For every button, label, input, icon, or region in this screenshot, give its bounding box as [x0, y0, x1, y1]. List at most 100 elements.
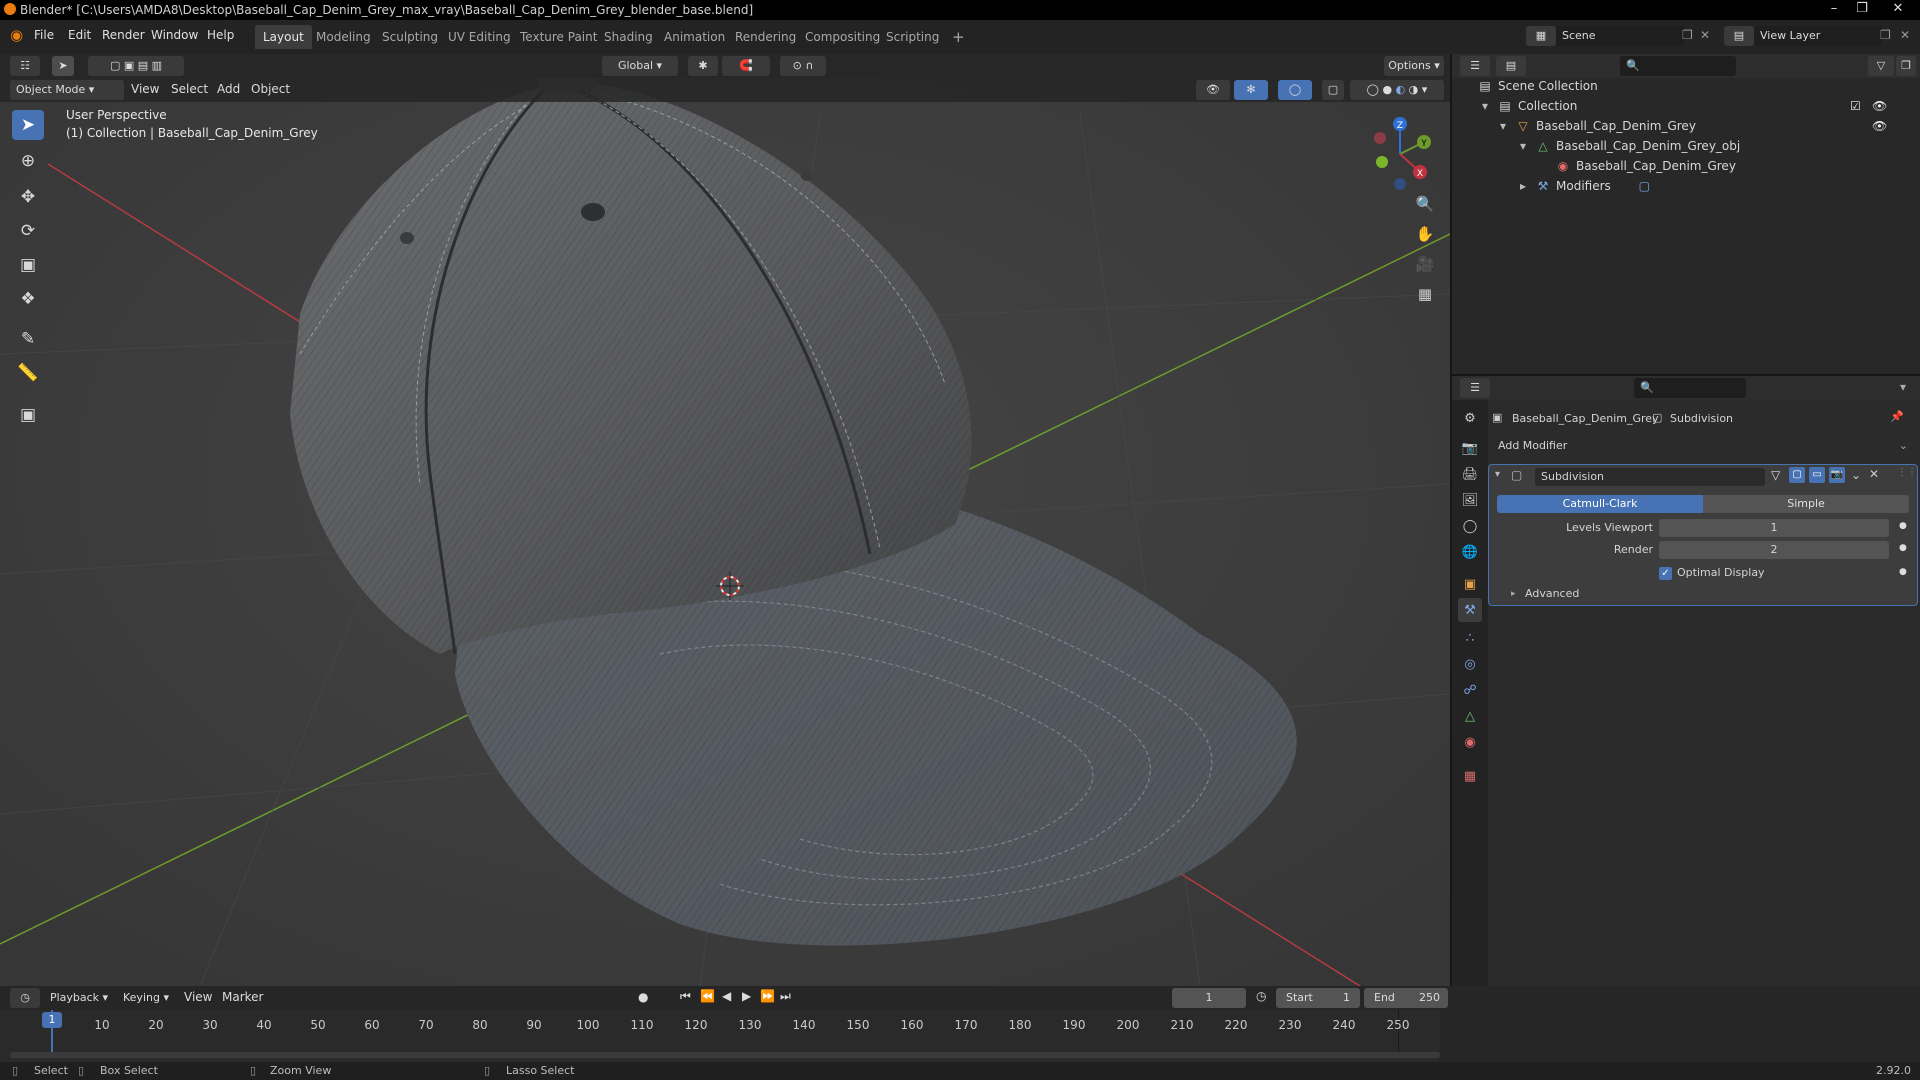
- minimize-icon[interactable]: –: [1820, 0, 1848, 18]
- outliner-editor-type-icon[interactable]: ☰: [1460, 56, 1490, 76]
- filter-icon[interactable]: ▽: [1868, 56, 1894, 76]
- delete-scene-icon[interactable]: ✕: [1700, 28, 1710, 42]
- snap-icon[interactable]: 🧲: [722, 56, 770, 76]
- jump-end-icon[interactable]: ⏭: [780, 989, 791, 1004]
- tab-uv-editing[interactable]: UV Editing: [440, 25, 519, 49]
- timeline-menu-marker[interactable]: Marker: [222, 990, 263, 1004]
- properties-editor-type-icon[interactable]: ☰: [1460, 378, 1490, 398]
- close-icon[interactable]: ✕: [1878, 0, 1918, 18]
- add-modifier-dropdown[interactable]: Add Modifier ⌄: [1492, 436, 1914, 456]
- render-display-icon[interactable]: 📷: [1829, 467, 1845, 483]
- material-tab-icon[interactable]: ◉: [1458, 730, 1482, 754]
- auto-keying-icon[interactable]: ●: [638, 990, 648, 1004]
- timeline-menu-view[interactable]: View: [184, 990, 212, 1004]
- data-tab-icon[interactable]: △: [1458, 704, 1482, 728]
- outliner-row-material[interactable]: ◉ Baseball_Cap_Denim_Grey: [1556, 156, 1736, 176]
- menu-help[interactable]: Help: [207, 28, 234, 42]
- jump-keyframe-back-icon[interactable]: ⏪: [700, 989, 715, 1003]
- viewport-menu-add[interactable]: Add: [217, 82, 240, 96]
- jump-start-icon[interactable]: ⏮: [680, 989, 691, 1004]
- xray-icon[interactable]: ▢: [1322, 80, 1344, 100]
- expand-arrow-icon[interactable]: ▾: [1496, 116, 1510, 136]
- outliner-search-input[interactable]: 🔍: [1620, 56, 1736, 76]
- tab-texture-paint[interactable]: Texture Paint: [512, 25, 605, 49]
- outliner-row-modifiers[interactable]: ▸ ⚒ Modifiers ▢: [1516, 176, 1650, 196]
- current-frame-field[interactable]: 1: [1172, 988, 1246, 1008]
- zoom-icon[interactable]: 🔍: [1411, 190, 1439, 218]
- rotate-tool-icon[interactable]: ⟳: [12, 216, 44, 246]
- area-divider[interactable]: [1450, 54, 1452, 986]
- proportional-edit-icon[interactable]: ⊙ ∩: [780, 56, 826, 76]
- blender-menu-icon[interactable]: ◉: [10, 26, 23, 44]
- levels-viewport-field[interactable]: 1: [1659, 519, 1889, 537]
- collapse-arrow-icon[interactable]: ▸: [1516, 176, 1530, 196]
- catmull-clark-button[interactable]: Catmull-Clark: [1497, 495, 1703, 513]
- modifier-tab-icon[interactable]: ⚒: [1458, 598, 1482, 622]
- display-mode-icon[interactable]: ▤: [1496, 56, 1526, 76]
- pin-icon[interactable]: 📌: [1890, 410, 1904, 423]
- view-layer-tab-icon[interactable]: 🖼: [1458, 488, 1482, 512]
- render-tab-icon[interactable]: 📷: [1458, 436, 1482, 460]
- expand-arrow-icon[interactable]: ▾: [1516, 136, 1530, 156]
- options-dropdown[interactable]: Options ▾: [1384, 56, 1444, 76]
- start-frame-field[interactable]: Start 1: [1276, 988, 1360, 1008]
- outliner-row-collection[interactable]: ▾ ▤ Collection ☑ 👁: [1478, 96, 1918, 116]
- remove-modifier-icon[interactable]: ✕: [1869, 467, 1879, 481]
- new-collection-icon[interactable]: ❐: [1896, 56, 1916, 76]
- visibility-icon[interactable]: 👁: [1196, 80, 1230, 100]
- cursor-tool-icon[interactable]: ⊕: [12, 146, 44, 176]
- visibility-eye-icon[interactable]: 👁: [1872, 116, 1887, 136]
- perspective-toggle-icon[interactable]: ▦: [1411, 280, 1439, 308]
- move-tool-icon[interactable]: ✥: [12, 182, 44, 212]
- tab-compositing[interactable]: Compositing: [797, 25, 888, 49]
- camera-view-icon[interactable]: 🎥: [1411, 250, 1439, 278]
- texture-tab-icon[interactable]: ▦: [1458, 764, 1482, 788]
- physics-tab-icon[interactable]: ◎: [1458, 652, 1482, 676]
- world-tab-icon[interactable]: 🌐: [1458, 540, 1482, 564]
- area-divider[interactable]: [1452, 374, 1920, 376]
- select-box-tool-icon[interactable]: ➤: [12, 110, 44, 140]
- new-scene-icon[interactable]: ❐: [1682, 28, 1693, 42]
- tab-sculpting[interactable]: Sculpting: [374, 25, 446, 49]
- pan-hand-icon[interactable]: ✋: [1411, 220, 1439, 248]
- visibility-eye-icon[interactable]: 👁: [1872, 96, 1887, 116]
- playhead-marker[interactable]: 1: [42, 1012, 62, 1028]
- keying-menu[interactable]: Keying ▾: [118, 988, 174, 1008]
- tab-rendering[interactable]: Rendering: [727, 25, 804, 49]
- view-layer-browser-icon[interactable]: ▤: [1724, 26, 1754, 46]
- viewport-menu-select[interactable]: Select: [171, 82, 208, 96]
- viewport-display-icon[interactable]: ▭: [1809, 467, 1825, 483]
- preview-range-icon[interactable]: ◷: [1256, 989, 1266, 1003]
- new-view-layer-icon[interactable]: ❐: [1880, 28, 1891, 42]
- timeline-editor-type-icon[interactable]: ◷: [10, 988, 40, 1008]
- outliner-row-object[interactable]: ▾ ▽ Baseball_Cap_Denim_Grey 👁: [1496, 116, 1918, 136]
- collapse-arrow-icon[interactable]: ▾: [1495, 469, 1500, 480]
- selection-mode-icons[interactable]: ▢ ▣ ▤ ▥: [88, 56, 184, 76]
- expand-arrow-icon[interactable]: ▸: [1511, 589, 1516, 599]
- keyframe-dot-icon[interactable]: ●: [1899, 521, 1907, 531]
- navigation-gizmo[interactable]: Z Y X: [1360, 114, 1440, 194]
- subdivision-modifier-icon[interactable]: ▢: [1639, 179, 1650, 193]
- annotate-tool-icon[interactable]: ✎: [12, 324, 44, 354]
- output-tab-icon[interactable]: 🖨: [1458, 462, 1482, 486]
- playback-menu[interactable]: Playback ▾: [46, 988, 112, 1008]
- view-layer-field[interactable]: View Layer: [1754, 26, 1882, 46]
- simple-button[interactable]: Simple: [1703, 495, 1909, 513]
- end-frame-field[interactable]: End 250: [1364, 988, 1448, 1008]
- shading-mode-icons[interactable]: ◯ ● ◐ ◑ ▾: [1350, 80, 1444, 100]
- outliner-row-scene-collection[interactable]: ▤ Scene Collection: [1478, 76, 1597, 96]
- delete-view-layer-icon[interactable]: ✕: [1900, 28, 1910, 42]
- advanced-subpanel-label[interactable]: Advanced: [1525, 587, 1579, 600]
- properties-options-icon[interactable]: ▾: [1900, 380, 1906, 394]
- menu-edit[interactable]: Edit: [68, 28, 91, 42]
- maximize-icon[interactable]: ❐: [1848, 0, 1876, 18]
- transform-tool-icon[interactable]: ❖: [12, 284, 44, 314]
- object-tab-icon[interactable]: ▣: [1458, 572, 1482, 596]
- viewport-menu-view[interactable]: View: [131, 82, 159, 96]
- render-levels-field[interactable]: 2: [1659, 541, 1889, 559]
- outliner-row-mesh[interactable]: ▾ △ Baseball_Cap_Denim_Grey_obj: [1516, 136, 1740, 156]
- overlay-toggle-icon[interactable]: ◯: [1278, 80, 1312, 100]
- modifier-menu-icon[interactable]: ⌄: [1851, 468, 1861, 482]
- 3d-viewport[interactable]: ☷ ➤ ▢ ▣ ▤ ▥ Global ▾ ✱ 🧲 ⊙ ∩ Options ▾ O…: [0, 54, 1450, 986]
- tab-animation[interactable]: Animation: [656, 25, 733, 49]
